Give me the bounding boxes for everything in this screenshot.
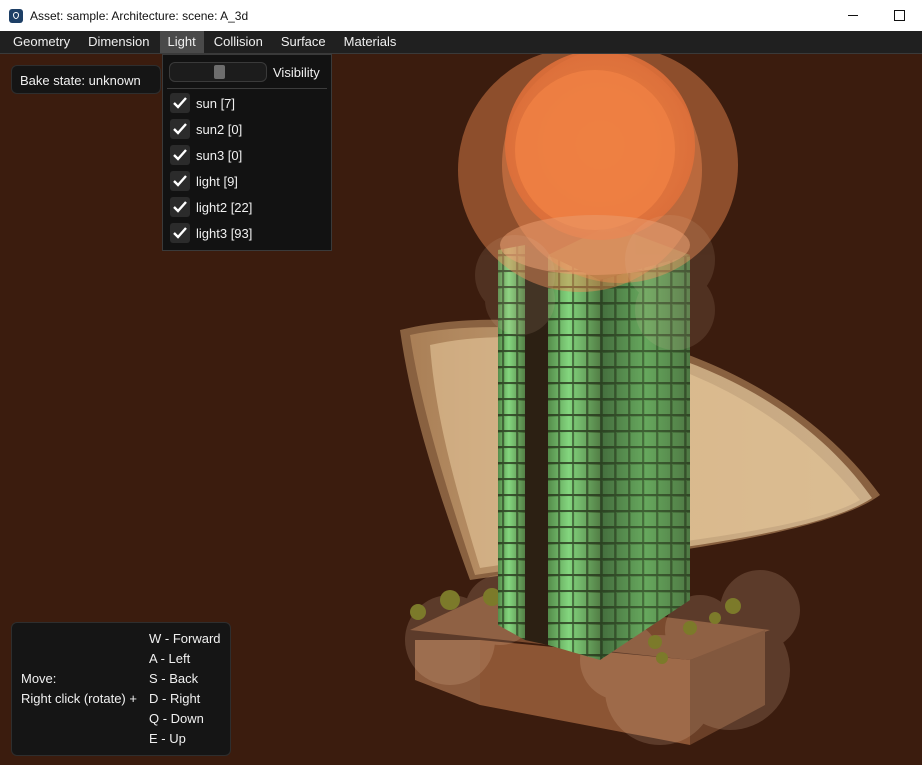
checkmark-icon [173, 175, 187, 187]
menu-bar: Geometry Dimension Light Collision Surfa… [0, 31, 922, 54]
light-item-light[interactable]: light [9] [170, 170, 238, 192]
light-item-sun2[interactable]: sun2 [0] [170, 118, 242, 140]
light-item-label: sun2 [0] [196, 121, 243, 137]
visibility-row: Visibility [169, 61, 320, 83]
checkmark-icon [173, 201, 187, 213]
light-item-sun[interactable]: sun [7] [170, 92, 235, 114]
menu-divider [167, 88, 327, 89]
key-up: E - Up [149, 731, 186, 746]
key-right: D - Right [149, 691, 201, 706]
menu-dimension[interactable]: Dimension [80, 31, 157, 53]
help-key-list: W - Forward A - Left S - Back D - Right … [149, 629, 221, 749]
checkmark-icon [173, 97, 187, 109]
rotate-label: Right click (rotate) + [21, 691, 137, 706]
light-item-label: light2 [22] [196, 199, 253, 215]
light-dropdown-menu: Visibility sun [7] sun2 [0] sun3 [0] lig… [162, 54, 332, 251]
maximize-icon [893, 10, 905, 21]
minimize-icon [848, 15, 858, 16]
light-item-light2[interactable]: light2 [22] [170, 196, 252, 218]
light-item-label: light [9] [196, 173, 238, 189]
window-controls [830, 0, 922, 31]
checkbox[interactable] [170, 119, 190, 139]
menu-surface[interactable]: Surface [273, 31, 334, 53]
key-forward: W - Forward [149, 631, 221, 646]
light-item-sun3[interactable]: sun3 [0] [170, 144, 242, 166]
key-left: A - Left [149, 651, 191, 666]
menu-collision[interactable]: Collision [206, 31, 271, 53]
move-label: Move: [21, 671, 57, 686]
visibility-slider[interactable] [169, 62, 267, 82]
checkmark-icon [173, 149, 187, 161]
light-item-light3[interactable]: light3 [93] [170, 222, 252, 244]
checkmark-icon [173, 123, 187, 135]
app-shield-icon [9, 8, 23, 23]
menu-geometry[interactable]: Geometry [5, 31, 78, 53]
checkbox[interactable] [170, 197, 190, 217]
light-item-label: sun3 [0] [196, 147, 243, 163]
light-item-label: sun [7] [196, 95, 236, 111]
light-item-label: light3 [93] [196, 225, 253, 241]
visibility-label: Visibility [273, 64, 320, 80]
window-title: Asset: sample: Architecture: scene: A_3d [30, 8, 249, 23]
checkbox[interactable] [170, 171, 190, 191]
minimize-button[interactable] [830, 0, 876, 31]
title-bar: Asset: sample: Architecture: scene: A_3d [0, 0, 922, 32]
controls-help-panel: Move: Right click (rotate) + W - Forward… [11, 622, 231, 756]
checkbox[interactable] [170, 145, 190, 165]
key-down: Q - Down [149, 711, 204, 726]
key-back: S - Back [149, 671, 199, 686]
visibility-slider-thumb[interactable] [214, 65, 225, 79]
menu-materials[interactable]: Materials [336, 31, 405, 53]
bake-state-text: Bake state: unknown [20, 73, 141, 88]
menu-light[interactable]: Light [159, 31, 204, 53]
help-left-column: Move: Right click (rotate) + [21, 669, 137, 709]
checkbox[interactable] [170, 223, 190, 243]
bake-state-panel: Bake state: unknown [11, 65, 161, 94]
maximize-button[interactable] [876, 0, 922, 31]
checkmark-icon [173, 227, 187, 239]
checkbox[interactable] [170, 93, 190, 113]
